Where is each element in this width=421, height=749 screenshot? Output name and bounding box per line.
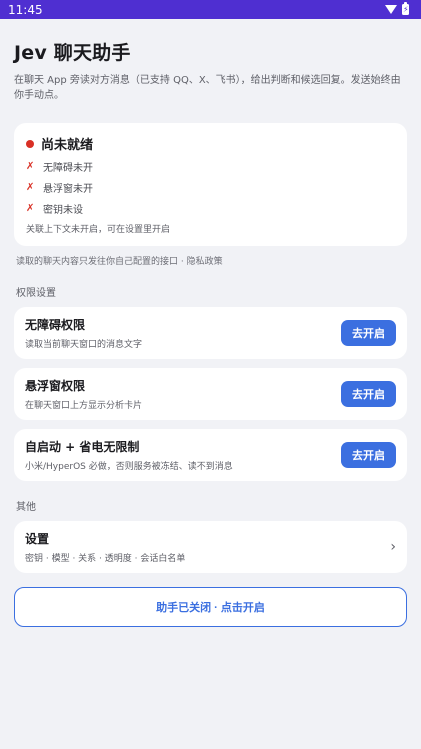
permission-title: 自启动 + 省电无限制 [25,440,140,454]
permission-subtitle: 在聊天窗口上方显示分析卡片 [25,401,143,411]
readiness-card: 尚未就绪 ✗ 无障碍未开 ✗ 悬浮窗未开 ✗ 密钥未设 关联上下文未开启，可在设… [14,123,407,246]
checklist-label: 密钥未设 [43,205,83,216]
permissions-section-title: 权限设置 [16,288,56,299]
status-bar: 11:45 ⚡ [0,0,421,19]
wifi-icon [385,5,397,14]
assistant-toggle-button[interactable]: 助手已关闭 · 点击开启 [14,587,407,627]
battery-icon: ⚡ [402,2,409,15]
other-section-title: 其他 [16,502,36,513]
enable-autostart-button[interactable]: 去开启 [341,442,396,468]
readiness-header: 尚未就绪 [26,134,395,153]
settings-title: 设置 [25,532,50,546]
checklist-item: ✗ 密钥未设 [26,201,395,216]
app-title: Jev 聊天助手 [14,42,131,64]
main-content: Jev 聊天助手 在聊天 App 旁读对方消息（已支持 QQ、X、飞书），给出判… [0,38,421,627]
chevron-right-icon: › [390,539,396,555]
accessibility-permission-card: 无障碍权限 读取当前聊天窗口的消息文字 去开启 [14,307,407,359]
context-note: 关联上下文未开启，可在设置里开启 [26,225,171,235]
enable-overlay-button[interactable]: 去开启 [341,381,396,407]
status-time: 11:45 [8,2,43,17]
enable-accessibility-button[interactable]: 去开启 [341,320,396,346]
cross-icon: ✗ [26,182,35,193]
checklist-item: ✗ 无障碍未开 [26,159,395,174]
permission-subtitle: 读取当前聊天窗口的消息文字 [25,340,143,350]
permission-title: 悬浮窗权限 [25,379,86,393]
permission-title: 无障碍权限 [25,318,86,332]
overlay-permission-card: 悬浮窗权限 在聊天窗口上方显示分析卡片 去开启 [14,368,407,420]
status-icons: ⚡ [385,2,409,15]
readiness-title: 尚未就绪 [41,138,94,153]
checklist-label: 无障碍未开 [43,163,93,174]
settings-row[interactable]: 设置 密钥 · 模型 · 关系 · 透明度 · 会话白名单 › [14,521,407,573]
privacy-policy-link[interactable]: 读取的聊天内容只发往你自己配置的接口 · 隐私政策 [14,254,407,267]
permission-subtitle: 小米/HyperOS 必做，否则服务被冻结、读不到消息 [25,462,233,472]
cross-icon: ✗ [26,161,35,172]
app-description: 在聊天 App 旁读对方消息（已支持 QQ、X、飞书），给出判断和候选回复。发送… [14,75,401,101]
status-dot-icon [26,139,34,148]
checklist-item: ✗ 悬浮窗未开 [26,180,395,195]
settings-subtitle: 密钥 · 模型 · 关系 · 透明度 · 会话白名单 [25,554,186,564]
checklist-label: 悬浮窗未开 [43,184,93,195]
autostart-permission-card: 自启动 + 省电无限制 小米/HyperOS 必做，否则服务被冻结、读不到消息 … [14,429,407,481]
cross-icon: ✗ [26,203,35,214]
